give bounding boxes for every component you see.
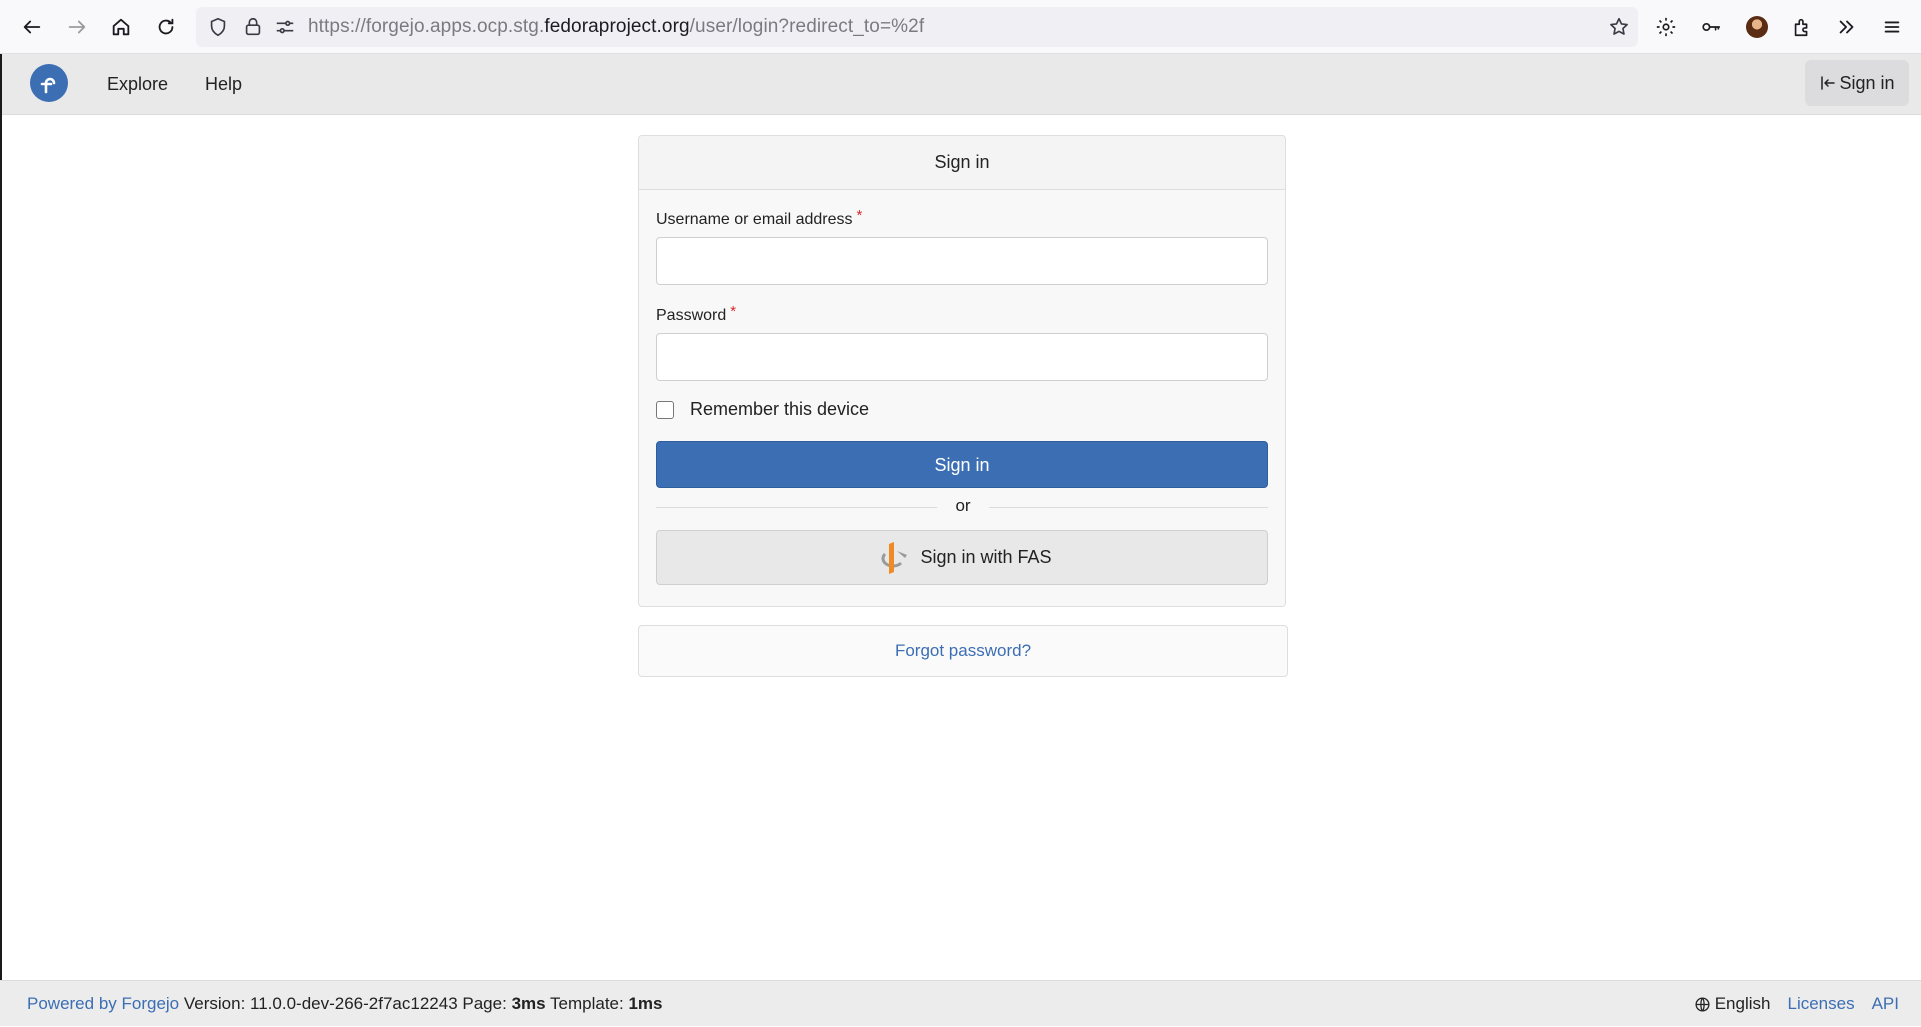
template-label: Template:: [550, 994, 624, 1013]
openid-icon: [882, 541, 908, 574]
forgot-password-box: Forgot password?: [638, 625, 1288, 677]
lock-icon[interactable]: [242, 16, 264, 38]
nav-help[interactable]: Help: [205, 54, 242, 114]
url-prefix: https://forgejo.apps.ocp.stg.: [308, 16, 545, 37]
footer: Powered by Forgejo Version: 11.0.0-dev-2…: [0, 980, 1921, 1026]
remember-label[interactable]: Remember this device: [690, 399, 869, 420]
language-selector[interactable]: English: [1715, 981, 1771, 1027]
nav-sign-in-button[interactable]: Sign in: [1805, 60, 1909, 106]
powered-by-link[interactable]: Powered by Forgejo: [27, 994, 179, 1013]
forgot-password-link[interactable]: Forgot password?: [895, 641, 1031, 660]
template-time: 1ms: [628, 994, 663, 1013]
sign-in-icon: [1821, 76, 1836, 90]
username-label: Username or email address *: [656, 207, 862, 229]
url-bar[interactable]: https://forgejo.apps.ocp.stg.fedoraproje…: [196, 7, 1638, 47]
divider-left: [656, 507, 937, 508]
overflow-icon[interactable]: [1829, 9, 1865, 45]
nav-explore[interactable]: Explore: [107, 54, 168, 114]
footer-left: Powered by Forgejo Version: 11.0.0-dev-2…: [27, 981, 662, 1027]
star-icon[interactable]: [1608, 16, 1630, 38]
gear-icon[interactable]: [1648, 9, 1684, 45]
reload-icon[interactable]: [148, 9, 184, 45]
version-text: Version: 11.0.0-dev-266-2f7ac12243: [183, 994, 458, 1013]
forward-arrow-icon[interactable]: [59, 9, 95, 45]
page-label: Page:: [462, 994, 507, 1013]
sign-in-title: Sign in: [639, 136, 1285, 190]
url-path: /user/login?redirect_to=%2f: [689, 16, 925, 37]
sign-in-with-fas-label: Sign in with FAS: [920, 547, 1052, 567]
fedora-logo[interactable]: [30, 64, 68, 102]
or-divider-text: or: [955, 496, 971, 515]
permissions-icon[interactable]: [274, 16, 296, 38]
site-navbar: Explore Help Sign in: [0, 54, 1921, 115]
licenses-link[interactable]: Licenses: [1787, 981, 1854, 1027]
avatar[interactable]: [1746, 16, 1768, 38]
extensions-icon[interactable]: [1784, 9, 1820, 45]
browser-toolbar: https://forgejo.apps.ocp.stg.fedoraproje…: [0, 0, 1921, 54]
required-mark: *: [856, 207, 863, 224]
nav-sign-in-label: Sign in: [1839, 72, 1895, 93]
window-edge: [0, 54, 2, 1026]
page-time: 3ms: [511, 994, 546, 1013]
home-icon[interactable]: [103, 9, 139, 45]
sign-in-with-fas-button[interactable]: Sign in with FAS: [656, 530, 1268, 585]
menu-icon[interactable]: [1874, 9, 1910, 45]
password-input[interactable]: [656, 333, 1268, 381]
password-label: Password *: [656, 303, 736, 325]
shield-icon[interactable]: [207, 16, 229, 38]
key-icon[interactable]: [1693, 9, 1729, 45]
url-host: fedoraproject.org: [544, 16, 690, 37]
divider-right: [989, 507, 1268, 508]
back-arrow-icon[interactable]: [14, 9, 50, 45]
username-input[interactable]: [656, 237, 1268, 285]
sign-in-button[interactable]: Sign in: [656, 441, 1268, 488]
footer-right: English Licenses API: [1694, 981, 1899, 1027]
username-label-text: Username or email address: [656, 211, 853, 228]
url-text[interactable]: https://forgejo.apps.ocp.stg.fedoraproje…: [308, 7, 924, 47]
api-link[interactable]: API: [1872, 981, 1899, 1027]
globe-icon: [1695, 996, 1710, 1012]
remember-checkbox[interactable]: [656, 401, 674, 419]
password-label-text: Password: [656, 307, 727, 324]
required-mark: *: [730, 303, 737, 320]
sign-in-card: Sign in Username or email address * Passw…: [638, 135, 1286, 607]
